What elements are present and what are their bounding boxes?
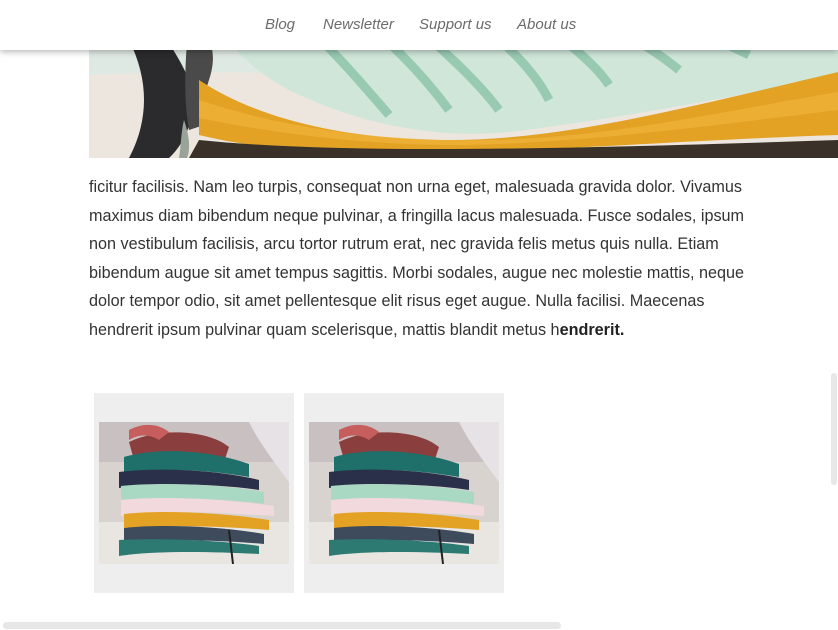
article-paragraph: ficitur facilisis. Nam leo turpis, conse… [89, 173, 754, 345]
gallery-thumbnail[interactable] [309, 422, 499, 564]
gallery-item-1[interactable] [94, 393, 294, 593]
horizontal-scrollbar[interactable] [3, 622, 561, 629]
clothes-pile-image [99, 422, 289, 564]
nav-link-newsletter[interactable]: Newsletter [323, 16, 394, 33]
top-navigation: Blog Newsletter Support us About us [0, 0, 838, 50]
gallery-thumbnail[interactable] [99, 422, 289, 564]
article-body: ficitur facilisis. Nam leo turpis, conse… [89, 173, 754, 345]
clothes-pile-image [309, 422, 499, 564]
article-bold-text: endrerit. [559, 320, 625, 339]
nav-link-about-us[interactable]: About us [517, 16, 576, 33]
nav-link-blog[interactable]: Blog [265, 16, 295, 33]
gallery-item-2[interactable] [304, 393, 504, 593]
article-paragraph-text: ficitur facilisis. Nam leo turpis, conse… [89, 178, 745, 339]
vertical-scrollbar[interactable] [831, 373, 837, 485]
nav-link-support-us[interactable]: Support us [419, 16, 492, 33]
